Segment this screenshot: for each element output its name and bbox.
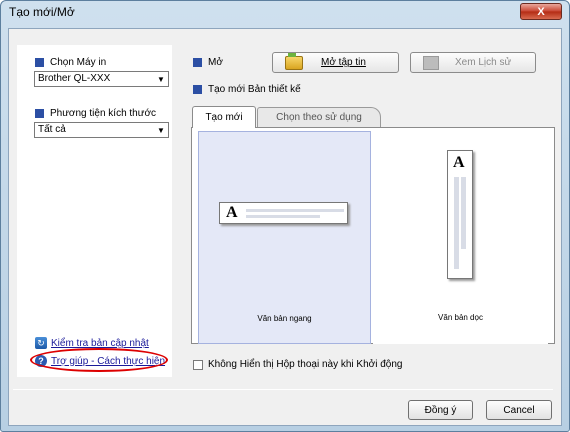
printer-select-value: Brother QL-XXX <box>38 73 111 84</box>
update-link-text[interactable]: Kiểm tra bản cập nhật <box>51 338 149 349</box>
close-button[interactable]: X <box>520 3 562 20</box>
horizontal-text-label: Văn bản ngang <box>257 314 312 323</box>
tab-choose-by-use[interactable]: Chọn theo sử dụng <box>257 107 381 127</box>
media-label: Phương tiện kích thước <box>50 108 156 119</box>
open-label: Mở <box>208 57 223 68</box>
startup-checkbox-label[interactable]: Không Hiển thị Hộp thoại này khi Khởi độ… <box>208 359 402 370</box>
text-line <box>246 215 320 218</box>
view-history-button[interactable]: Xem Lịch sử <box>410 52 536 73</box>
section-marker-icon <box>35 109 44 118</box>
printer-label: Chọn Máy in <box>50 57 107 68</box>
close-icon: X <box>537 5 545 18</box>
vertical-text-label: Văn bản dọc <box>438 313 483 322</box>
title-bar[interactable]: Tạo mới/Mở X <box>1 1 569 23</box>
tab-choose-by-use-label: Chọn theo sử dụng <box>276 112 362 123</box>
text-line <box>246 209 344 212</box>
tab-create-new-label: Tạo mới <box>205 112 243 123</box>
text-line <box>461 177 466 249</box>
text-line <box>454 177 459 269</box>
annotation-circle <box>30 348 168 372</box>
open-file-label: Mở tập tin <box>321 57 366 68</box>
media-section-label: Phương tiện kích thước <box>35 108 156 119</box>
create-section-label: Tạo mới Bản thiết kế <box>193 84 301 95</box>
dropdown-arrow-icon[interactable]: ▼ <box>155 124 167 136</box>
ok-button-label: Đồng ý <box>424 404 457 416</box>
history-icon <box>423 56 439 70</box>
letter-a-glyph: A <box>453 154 465 171</box>
media-select[interactable]: Tất cả ▼ <box>34 122 169 138</box>
create-label: Tạo mới Bản thiết kế <box>208 84 301 95</box>
dropdown-arrow-icon[interactable]: ▼ <box>155 73 167 85</box>
vertical-document-icon: A <box>447 150 473 279</box>
printer-select[interactable]: Brother QL-XXX ▼ <box>34 71 169 87</box>
open-file-button[interactable]: Mở tập tin <box>272 52 399 73</box>
cancel-button-label: Cancel <box>503 404 535 416</box>
letter-a-glyph: A <box>226 204 238 221</box>
startup-checkbox[interactable] <box>193 360 203 370</box>
media-select-value: Tất cả <box>38 124 66 135</box>
horizontal-document-icon: A <box>219 202 348 224</box>
horizontal-text-card[interactable]: Văn bản ngang <box>198 131 371 344</box>
update-icon: ↻ <box>35 337 47 349</box>
printer-section-label: Chọn Máy in <box>35 57 106 68</box>
section-marker-icon <box>193 58 202 67</box>
section-marker-icon <box>193 85 202 94</box>
section-marker-icon <box>35 58 44 67</box>
window-title: Tạo mới/Mở <box>9 5 75 19</box>
footer-divider <box>13 389 553 390</box>
cancel-button[interactable]: Cancel <box>486 400 552 420</box>
tab-create-new[interactable]: Tạo mới <box>192 106 256 128</box>
left-panel <box>17 45 172 377</box>
ok-button[interactable]: Đồng ý <box>408 400 473 420</box>
view-history-label: Xem Lịch sử <box>455 57 512 68</box>
folder-icon <box>285 53 303 70</box>
open-section-label: Mở <box>193 57 223 68</box>
